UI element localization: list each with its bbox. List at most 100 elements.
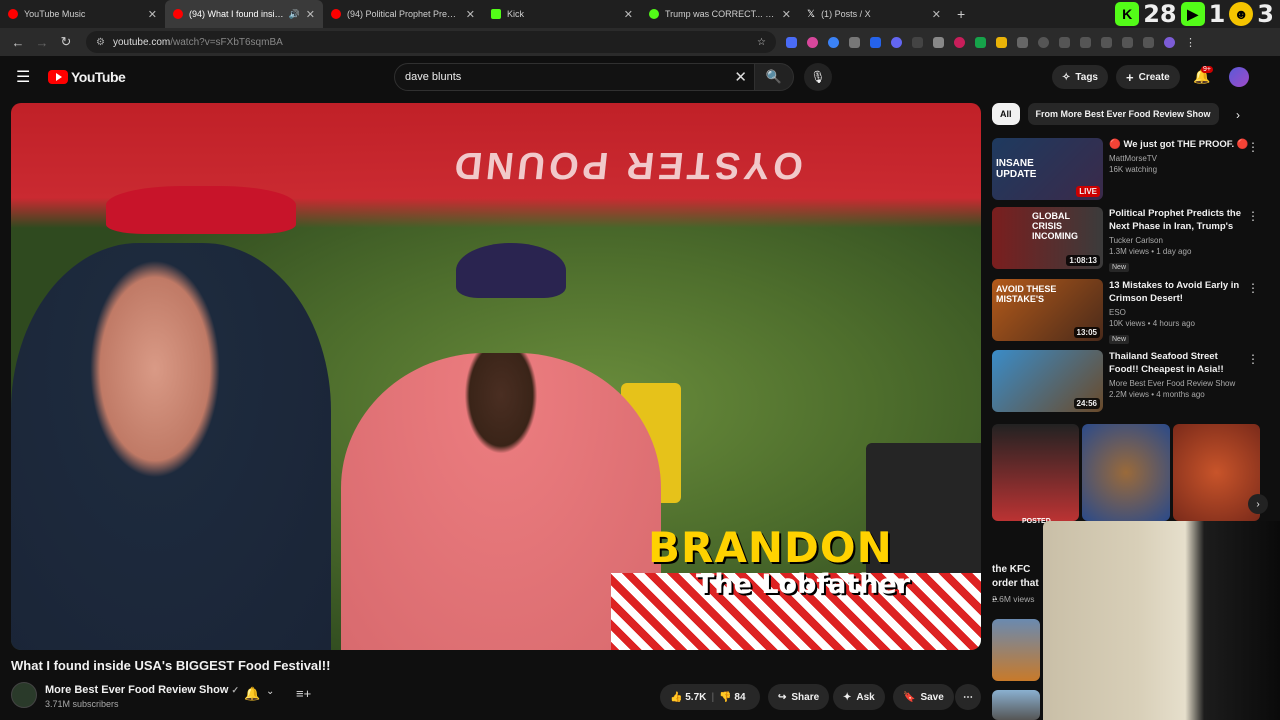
voice-search-button[interactable]: 🎙 xyxy=(804,63,832,91)
more-vertical-icon[interactable]: ⋮ xyxy=(1247,281,1259,295)
more-vertical-icon[interactable]: ⋮ xyxy=(1247,209,1259,223)
rec-channel[interactable]: Tucker Carlson xyxy=(1109,236,1249,245)
rec-channel[interactable]: MattMorseTV xyxy=(1109,154,1249,163)
more-vertical-icon[interactable]: ⋮ xyxy=(1247,352,1259,366)
tab-political-prophet[interactable]: (94) Political Prophet Predicts th ✕ xyxy=(323,0,483,28)
url-field[interactable]: ⚙ youtube.com/watch?v=sFXbT6sqmBA ☆ xyxy=(86,31,776,53)
tab-x-posts[interactable]: 𝕏 (1) Posts / X ✕ xyxy=(799,0,949,28)
save-button[interactable]: 🔖 Save xyxy=(893,684,954,710)
extension-icon[interactable] xyxy=(912,36,923,48)
video-info: Thailand Seafood Street Food!! Cheapest … xyxy=(1109,350,1249,414)
video-player[interactable]: OYSTER POUND BRANDON The Lobfather xyxy=(11,103,981,650)
short-thumbnail[interactable] xyxy=(992,619,1040,681)
video-thumbnail[interactable]: INSANE UPDATE LIVE xyxy=(992,138,1103,200)
extension-icon[interactable] xyxy=(807,36,818,48)
rec-title[interactable]: 🔴 We just got THE PROOF. 🔴 xyxy=(1109,138,1249,151)
media-icon[interactable] xyxy=(1143,36,1154,48)
extension-icon[interactable] xyxy=(933,36,944,48)
rec-title[interactable]: 13 Mistakes to Avoid Early in Crimson De… xyxy=(1109,279,1249,305)
overlay-subtitle: The Lobfather xyxy=(696,569,911,600)
tab-youtube-music[interactable]: YouTube Music ✕ xyxy=(0,0,165,28)
devtools-icon[interactable] xyxy=(1080,36,1091,48)
add-to-queue-icon[interactable]: ≡+ xyxy=(296,686,311,701)
back-icon[interactable]: ← xyxy=(6,35,30,50)
extension-icon[interactable] xyxy=(1122,36,1133,48)
extension-icon[interactable] xyxy=(870,36,881,48)
dislike-button[interactable]: 👎 84 xyxy=(719,692,745,703)
extension-icon[interactable] xyxy=(786,36,797,48)
host-figure xyxy=(11,243,331,650)
tab-kick[interactable]: Kick ✕ xyxy=(483,0,641,28)
site-info-icon[interactable]: ⚙ xyxy=(96,37,105,48)
short-thumbnail[interactable] xyxy=(1082,424,1170,521)
video-thumbnail[interactable]: AVOID THESE MISTAKE'S 13:05 xyxy=(992,279,1103,341)
close-tab-icon[interactable]: ✕ xyxy=(932,8,941,21)
extension-icon[interactable] xyxy=(891,36,902,48)
close-tab-icon[interactable]: ✕ xyxy=(624,8,633,21)
extension-icon[interactable] xyxy=(996,36,1007,48)
thumbs-down-icon: 👎 xyxy=(719,691,732,703)
channel-name[interactable]: More Best Ever Food Review Show ✓ xyxy=(45,684,239,696)
recommendation-item[interactable]: INSANE UPDATE LIVE 🔴 We just got THE PRO… xyxy=(992,138,1267,202)
puzzle-icon[interactable] xyxy=(1017,36,1028,48)
close-tab-icon[interactable]: ✕ xyxy=(148,8,157,21)
chevron-right-icon[interactable]: › xyxy=(1236,108,1240,122)
plus-icon: + xyxy=(1126,69,1134,85)
tab-current-video[interactable]: (94) What I found inside USA 🔊 ✕ xyxy=(165,0,323,28)
speaker-icon[interactable]: 🔊 xyxy=(289,9,300,20)
video-thumbnail[interactable]: 24:56 xyxy=(992,350,1103,412)
share-button[interactable]: ↪ Share xyxy=(768,684,830,710)
browser-menu-icon[interactable]: ⋮ xyxy=(1185,36,1196,49)
search-input[interactable]: dave blunts ✕ xyxy=(394,63,756,91)
tags-button[interactable]: ✧ Tags xyxy=(1052,65,1108,89)
search-button[interactable]: 🔍 xyxy=(754,63,794,91)
extension-icon[interactable] xyxy=(1059,36,1070,48)
more-vertical-icon[interactable]: ⋮ xyxy=(1247,140,1259,154)
reload-icon[interactable]: ↻ xyxy=(54,34,78,50)
new-tab-button[interactable]: + xyxy=(949,6,973,22)
chevron-down-icon[interactable]: ⌄ xyxy=(266,686,274,697)
hamburger-menu-icon[interactable]: ☰ xyxy=(16,67,40,87)
subscribed-bell-icon[interactable]: 🔔 xyxy=(244,686,260,702)
recommendation-item[interactable]: GLOBAL CRISIS INCOMING 1:08:13 Political… xyxy=(992,207,1267,272)
video-info: 🔴 We just got THE PROOF. 🔴 MattMorseTV 1… xyxy=(1109,138,1249,202)
video-thumbnail[interactable]: GLOBAL CRISIS INCOMING 1:08:13 xyxy=(992,207,1103,269)
short-thumbnail[interactable] xyxy=(1172,424,1260,521)
close-tab-icon[interactable]: ✕ xyxy=(306,8,315,21)
short-thumbnail[interactable]: POSTED xyxy=(992,424,1080,525)
more-actions-button[interactable]: ⋯ xyxy=(955,684,981,710)
forward-icon[interactable]: → xyxy=(30,35,54,50)
extension-icon[interactable] xyxy=(849,36,860,48)
close-tab-icon[interactable]: ✕ xyxy=(782,8,791,21)
tab-trump-correct[interactable]: Trump was CORRECT... the E ✕ xyxy=(641,0,799,28)
rec-channel[interactable]: ESO xyxy=(1109,308,1249,317)
profile-icon[interactable] xyxy=(1164,36,1175,48)
bookmark-star-icon[interactable]: ☆ xyxy=(757,37,766,48)
recommendation-item[interactable]: AVOID THESE MISTAKE'S 13:05 13 Mistakes … xyxy=(992,279,1267,344)
close-tab-icon[interactable]: ✕ xyxy=(466,8,475,21)
create-button[interactable]: + Create xyxy=(1116,65,1180,89)
tab-title: Trump was CORRECT... the E xyxy=(665,9,776,19)
chevron-right-icon[interactable]: › xyxy=(1248,494,1268,514)
rec-meta: 10K views • 4 hours ago xyxy=(1109,319,1195,328)
rec-channel[interactable]: More Best Ever Food Review Show xyxy=(1109,379,1249,388)
like-button[interactable]: 👍 5.7K xyxy=(670,692,706,703)
chip-from-channel[interactable]: From More Best Ever Food Review Show xyxy=(1027,103,1219,125)
youtube-logo[interactable]: YouTube xyxy=(48,69,126,85)
extension-icon[interactable] xyxy=(975,36,986,48)
ask-button[interactable]: ✦ Ask xyxy=(833,684,885,710)
extension-icon[interactable] xyxy=(954,36,965,48)
rec-title[interactable]: Thailand Seafood Street Food!! Cheapest … xyxy=(1109,350,1249,376)
extension-icon[interactable] xyxy=(828,36,839,48)
dislike-count: 84 xyxy=(734,691,746,703)
subscriber-count: 3.71M subscribers xyxy=(45,699,119,709)
rec-title[interactable]: Political Prophet Predicts the Next Phas… xyxy=(1109,207,1249,233)
channel-avatar[interactable] xyxy=(11,682,37,708)
history-icon[interactable] xyxy=(1038,36,1049,48)
short-thumbnail[interactable] xyxy=(992,690,1040,720)
chip-all[interactable]: All xyxy=(992,103,1020,125)
recommendation-item[interactable]: 24:56 Thailand Seafood Street Food!! Che… xyxy=(992,350,1267,414)
sidebar-icon[interactable] xyxy=(1101,36,1112,48)
account-avatar[interactable] xyxy=(1229,67,1249,87)
clear-search-icon[interactable]: ✕ xyxy=(734,68,747,86)
